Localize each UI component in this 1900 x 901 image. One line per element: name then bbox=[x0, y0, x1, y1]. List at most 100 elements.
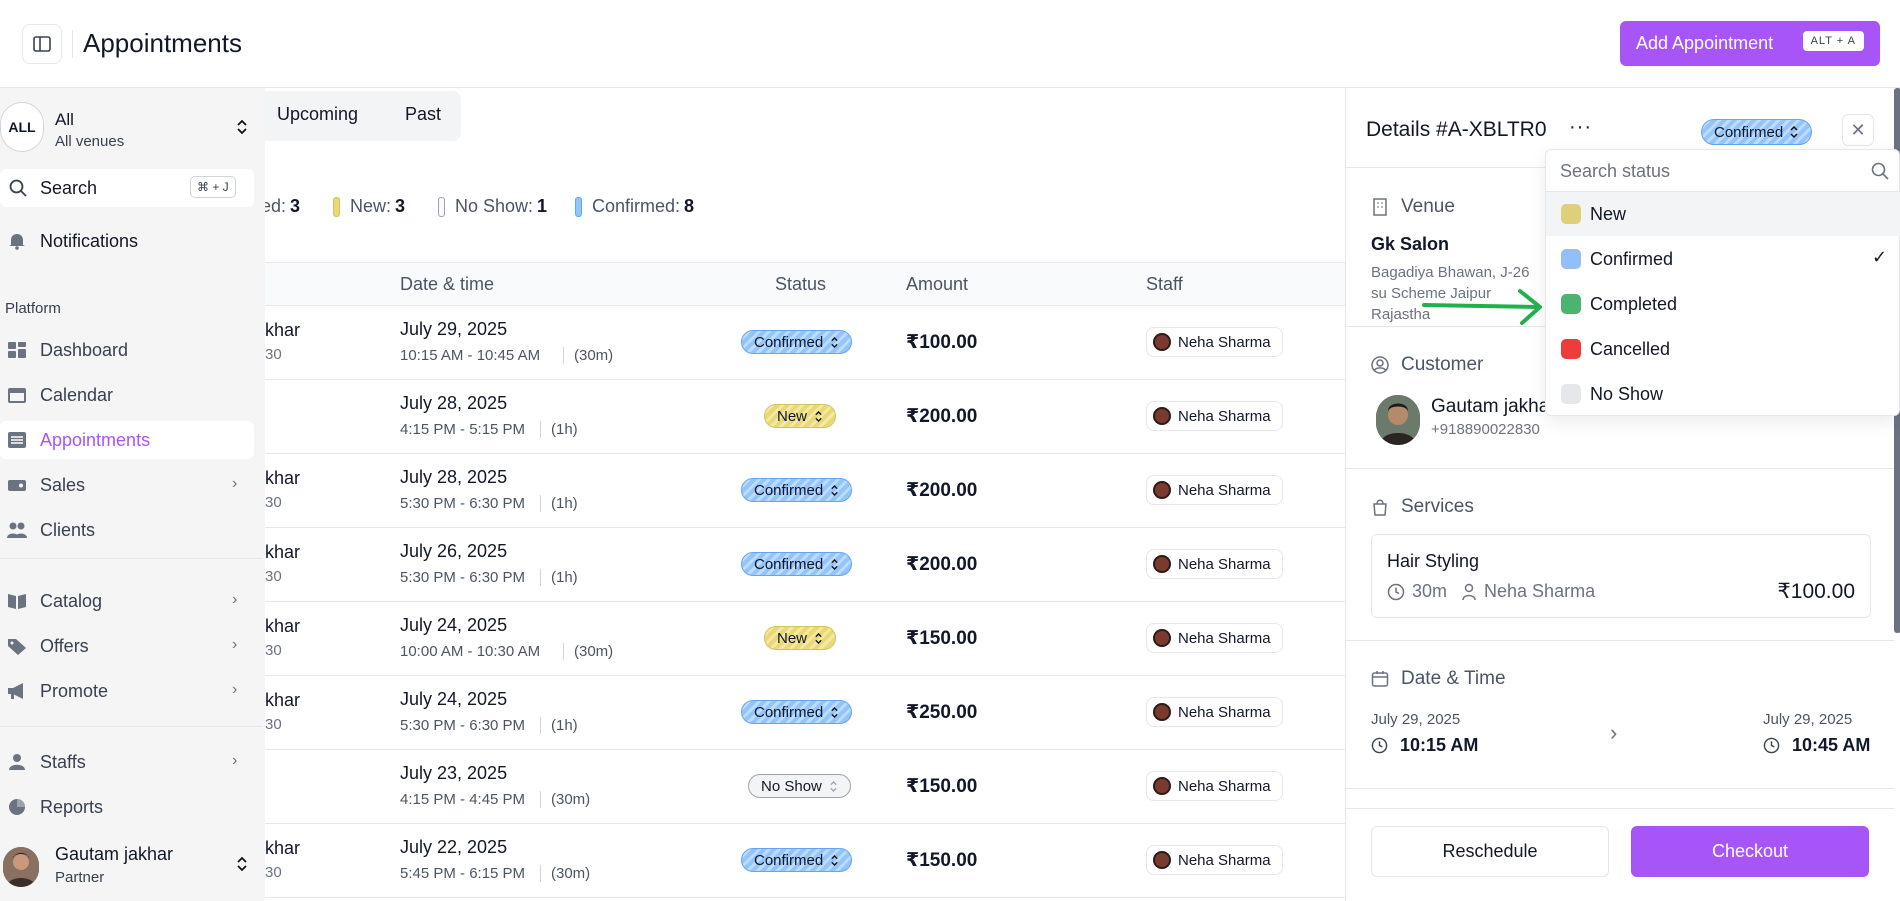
staff-name: Neha Sharma bbox=[1178, 777, 1271, 795]
customer-avatar bbox=[1376, 395, 1420, 445]
close-button[interactable]: ✕ bbox=[1842, 114, 1874, 146]
chevron-right-icon: › bbox=[232, 752, 238, 769]
column-header-amount: Amount bbox=[906, 274, 969, 294]
client-name: khar bbox=[265, 320, 301, 340]
sidebar-item-offers[interactable]: Offers › bbox=[0, 627, 254, 665]
status-search-input[interactable] bbox=[1560, 158, 1860, 184]
sidebar-search[interactable]: Search ⌘ + J bbox=[0, 169, 254, 207]
status-badge[interactable]: New bbox=[764, 626, 837, 650]
sidebar-toggle-button[interactable] bbox=[22, 24, 62, 64]
avatar bbox=[3, 847, 39, 887]
count-no-show: No Show: 1 bbox=[438, 196, 547, 217]
appointment-amount: ₹250.00 bbox=[906, 702, 978, 723]
tag-icon bbox=[8, 639, 26, 655]
chevron-right-icon: › bbox=[232, 591, 238, 608]
sidebar-item-catalog[interactable]: Catalog › bbox=[0, 582, 254, 620]
status-search bbox=[1546, 150, 1900, 192]
staff-chip[interactable]: Neha Sharma bbox=[1146, 401, 1283, 431]
status-badge[interactable]: New bbox=[764, 404, 837, 428]
appointment-date: July 24, 2025 bbox=[400, 689, 508, 709]
staff-chip[interactable]: Neha Sharma bbox=[1146, 845, 1283, 875]
table-row[interactable]: khar 30 July 22, 2025 5:45 PM - 6:15 PM (30m… bbox=[265, 824, 1345, 898]
sidebar-item-reports[interactable]: Reports bbox=[0, 788, 254, 826]
appointment-time: 10:00 AM - 10:30 AM bbox=[400, 643, 541, 660]
tab-past[interactable]: Past bbox=[405, 104, 441, 125]
staff-chip[interactable]: Neha Sharma bbox=[1146, 697, 1283, 727]
client-name: khar bbox=[265, 542, 301, 562]
reschedule-button[interactable]: Reschedule bbox=[1371, 826, 1609, 877]
table-row[interactable]: khar 30 July 26, 2025 5:30 PM - 6:30 PM (1h)… bbox=[265, 528, 1345, 602]
staff-name: Neha Sharma bbox=[1178, 333, 1271, 351]
sidebar-item-calendar[interactable]: Calendar bbox=[0, 376, 254, 414]
clock-icon bbox=[1387, 583, 1405, 600]
search-icon bbox=[1871, 162, 1889, 180]
status-badge[interactable]: Confirmed bbox=[741, 478, 853, 502]
staff-chip[interactable]: Neha Sharma bbox=[1146, 475, 1283, 505]
search-label: Search bbox=[40, 178, 98, 198]
status-option-cancelled[interactable]: Cancelled bbox=[1546, 327, 1900, 371]
sidebar-divider bbox=[0, 558, 262, 559]
sidebar-item-dashboard[interactable]: Dashboard bbox=[0, 331, 254, 369]
appointment-time: 5:30 PM - 6:30 PM bbox=[400, 717, 526, 734]
avatar bbox=[1153, 703, 1171, 721]
appointment-date: July 23, 2025 bbox=[400, 763, 508, 783]
sidebar-item-notifications[interactable]: Notifications bbox=[0, 222, 254, 260]
service-card[interactable]: Hair Styling 30m Neha Sharma ₹100.00 bbox=[1371, 534, 1871, 618]
status-option-new[interactable]: New bbox=[1546, 192, 1900, 236]
staff-chip[interactable]: Neha Sharma bbox=[1146, 327, 1283, 357]
status-badge[interactable]: Confirmed bbox=[741, 700, 853, 724]
appointment-duration: (1h) bbox=[540, 421, 578, 438]
section-divider bbox=[1346, 468, 1894, 469]
status-badge[interactable]: Confirmed bbox=[741, 848, 853, 872]
appointments-main: Upcoming Past ed: 3 New: 3 No Show: 1 Confi… bbox=[265, 88, 1345, 901]
client-detail: 30 bbox=[265, 864, 282, 881]
user-role: Partner bbox=[55, 869, 105, 886]
status-badge[interactable]: Confirmed bbox=[741, 330, 853, 354]
service-name: Hair Styling bbox=[1387, 551, 1480, 571]
table-row[interactable]: July 28, 2025 4:15 PM - 5:15 PM (1h) New ₹20… bbox=[265, 380, 1345, 454]
more-options-icon[interactable]: ··· bbox=[1569, 116, 1592, 139]
table-row[interactable]: khar 30 July 29, 2025 10:15 AM - 10:45 AM (3… bbox=[265, 306, 1345, 380]
details-footer: Reschedule Checkout bbox=[1346, 808, 1894, 901]
tab-upcoming[interactable]: Upcoming bbox=[277, 104, 358, 125]
user-menu[interactable]: Gautam jakhar Partner bbox=[0, 833, 262, 893]
status-badge[interactable]: No Show bbox=[748, 774, 851, 798]
sidebar-item-promote[interactable]: Promote › bbox=[0, 672, 254, 710]
status-option-no-show[interactable]: No Show bbox=[1546, 372, 1900, 416]
confirmed-bar bbox=[575, 196, 582, 217]
new-bar bbox=[333, 196, 340, 217]
client-name: khar bbox=[265, 690, 301, 710]
sidebar-item-staffs[interactable]: Staffs › bbox=[0, 743, 254, 781]
search-shortcut: ⌘ + J bbox=[190, 176, 236, 198]
appointment-duration: (30m) bbox=[563, 347, 613, 364]
sidebar-item-label: Offers bbox=[40, 636, 89, 656]
sidebar-item-clients[interactable]: Clients bbox=[0, 511, 254, 549]
customer-section-title: Customer bbox=[1371, 354, 1483, 376]
table-row[interactable]: khar 30 July 24, 2025 5:30 PM - 6:30 PM (1h)… bbox=[265, 676, 1345, 750]
appointment-date: July 29, 2025 bbox=[400, 319, 508, 339]
status-option-confirmed[interactable]: Confirmed ✓ bbox=[1546, 237, 1900, 281]
staff-chip[interactable]: Neha Sharma bbox=[1146, 623, 1283, 653]
add-appointment-button[interactable]: Add Appointment ALT + A bbox=[1620, 21, 1880, 66]
table-row[interactable]: khar 30 July 24, 2025 10:00 AM - 10:30 AM (3… bbox=[265, 602, 1345, 676]
staff-chip[interactable]: Neha Sharma bbox=[1146, 771, 1283, 801]
client-name: khar bbox=[265, 468, 301, 488]
sidebar-item-sales[interactable]: Sales › bbox=[0, 466, 254, 504]
status-badge-label: New bbox=[777, 407, 808, 425]
client-detail: 30 bbox=[265, 716, 282, 733]
status-option-label: Completed bbox=[1590, 294, 1678, 314]
avatar bbox=[1153, 407, 1171, 425]
chevron-right-icon: › bbox=[232, 681, 238, 698]
chevron-up-down-icon bbox=[1790, 125, 1798, 139]
client-name: khar bbox=[265, 838, 301, 858]
staff-chip[interactable]: Neha Sharma bbox=[1146, 549, 1283, 579]
venue-switcher[interactable]: ALL All All venues bbox=[0, 96, 262, 158]
table-row[interactable]: khar 30 July 28, 2025 5:30 PM - 6:30 PM (1h)… bbox=[265, 454, 1345, 528]
status-select[interactable]: Confirmed bbox=[1701, 119, 1813, 145]
table-row[interactable]: July 23, 2025 4:15 PM - 4:45 PM (30m) No Sh… bbox=[265, 750, 1345, 824]
status-badge[interactable]: Confirmed bbox=[741, 552, 853, 576]
sidebar-item-appointments[interactable]: Appointments bbox=[0, 421, 254, 459]
checkout-button[interactable]: Checkout bbox=[1631, 826, 1869, 877]
count-confirmed: Confirmed: 8 bbox=[575, 196, 694, 217]
status-option-completed[interactable]: Completed bbox=[1546, 282, 1900, 326]
